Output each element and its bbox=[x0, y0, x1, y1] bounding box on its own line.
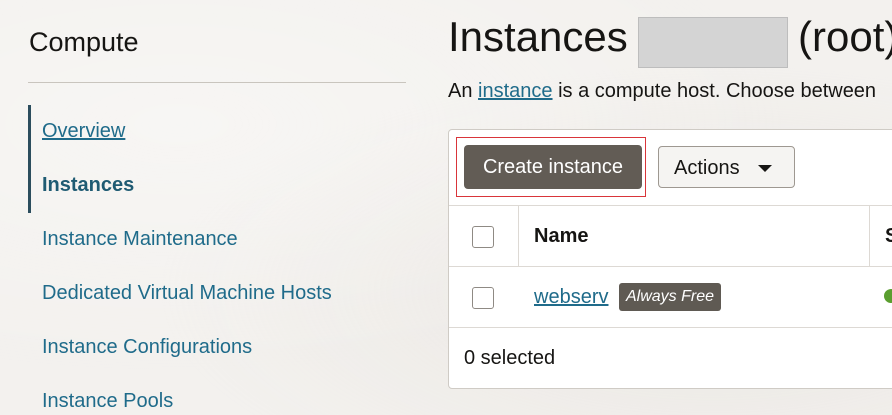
caret-down-icon bbox=[758, 165, 772, 172]
sidebar-item-instance-pools[interactable]: Instance Pools bbox=[42, 390, 173, 413]
description-suffix: is a compute host. Choose between bbox=[552, 80, 877, 102]
sidebar-divider bbox=[28, 82, 406, 83]
description-prefix: An bbox=[448, 80, 479, 102]
table-row-bottom-border bbox=[449, 327, 892, 328]
table-header-bottom-border bbox=[449, 266, 892, 267]
table-column-divider bbox=[518, 206, 519, 266]
table-header-top-border bbox=[449, 205, 892, 206]
sidebar-title: Compute bbox=[29, 27, 139, 57]
always-free-badge: Always Free bbox=[619, 283, 722, 311]
compartment-name-redacted bbox=[638, 17, 788, 68]
row-checkbox[interactable] bbox=[472, 287, 494, 309]
sidebar-item-overview[interactable]: Overview bbox=[42, 120, 125, 143]
page-description: An instance is a compute host. Choose be… bbox=[448, 80, 876, 103]
status-running-icon bbox=[884, 289, 892, 303]
table-column-divider bbox=[869, 206, 870, 266]
sidebar-item-instance-configurations[interactable]: Instance Configurations bbox=[42, 336, 252, 359]
select-all-checkbox[interactable] bbox=[472, 226, 494, 248]
sidebar-item-instances[interactable]: Instances bbox=[42, 174, 134, 197]
instance-name-link[interactable]: webserv bbox=[534, 286, 608, 309]
instance-doc-link[interactable]: instance bbox=[478, 80, 553, 102]
sidebar-item-dedicated-vm-hosts[interactable]: Dedicated Virtual Machine Hosts bbox=[42, 282, 332, 305]
column-header-name[interactable]: Name bbox=[534, 225, 588, 248]
selected-count: 0 selected bbox=[464, 347, 556, 369]
sidebar-item-instance-maintenance[interactable]: Instance Maintenance bbox=[42, 228, 238, 251]
sidebar: Compute Overview Instances Instance Main… bbox=[28, 0, 406, 415]
page-title-suffix: (root) bbox=[798, 13, 892, 60]
actions-menu-button[interactable]: Actions bbox=[658, 146, 795, 188]
page-title: Instances bbox=[448, 13, 628, 60]
column-header-state[interactable]: S bbox=[885, 225, 892, 248]
actions-label: Actions bbox=[674, 157, 740, 179]
create-instance-button[interactable]: Create instance bbox=[464, 145, 642, 189]
sidebar-active-indicator bbox=[28, 105, 31, 213]
